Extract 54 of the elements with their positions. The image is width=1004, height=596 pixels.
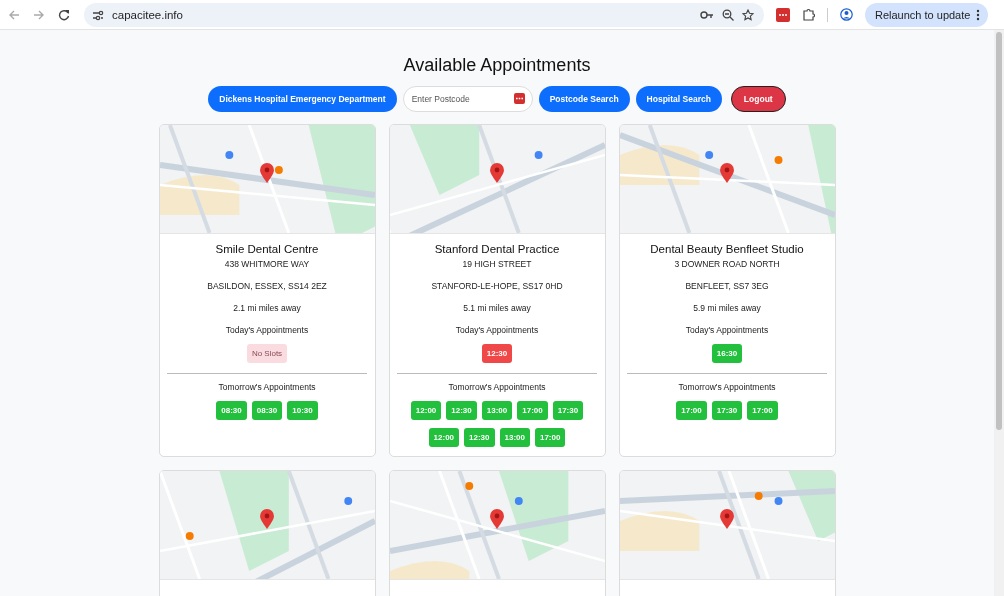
hospital-button[interactable]: Dickens Hospital Emergency Department bbox=[208, 86, 397, 112]
time-slot-button[interactable]: 12:00 bbox=[428, 428, 460, 447]
relaunch-button[interactable]: Relaunch to update bbox=[865, 2, 989, 27]
postcode-field[interactable]: Enter Postcode bbox=[402, 86, 533, 112]
site-settings-icon[interactable] bbox=[92, 8, 104, 21]
time-slot-button[interactable]: 08:30 bbox=[251, 401, 283, 420]
address-line: BASILDON, ESSEX, SS14 2EZ bbox=[207, 281, 327, 291]
clinic-name: Stanford Dental Practice bbox=[434, 243, 560, 255]
distance-text: 2.1 mi miles away bbox=[233, 303, 301, 313]
hospital-search-button[interactable]: Hospital Search bbox=[635, 86, 722, 112]
time-slot-button[interactable]: 10:30 bbox=[287, 401, 318, 420]
clinic-name: Dental Beauty Benfleet Studio bbox=[650, 243, 804, 255]
page-title: Available Appointments bbox=[403, 55, 591, 76]
time-slot-button[interactable]: 17:00 bbox=[676, 401, 707, 420]
section-label: Tomorrow's Appointments bbox=[218, 382, 316, 392]
time-slot-button[interactable]: 16:30 bbox=[711, 344, 743, 363]
time-slot-button[interactable]: 12:30 bbox=[481, 344, 513, 363]
scrollbar-thumb[interactable] bbox=[996, 32, 1002, 430]
no-slots-badge: No Slots bbox=[246, 344, 288, 363]
password-manager-icon[interactable] bbox=[513, 93, 525, 104]
address-line: 438 WHITMORE WAY bbox=[224, 259, 310, 269]
time-slot-button[interactable]: 08:30 bbox=[216, 401, 247, 420]
time-slot-button[interactable]: 17:00 bbox=[517, 401, 548, 420]
time-slot-button[interactable]: 17:00 bbox=[747, 401, 778, 420]
section-label: Today's Appointments bbox=[225, 325, 309, 335]
address-line: STANFORD-LE-HOPE, SS17 0HD bbox=[431, 281, 563, 291]
more-icon[interactable] bbox=[976, 8, 981, 21]
postcode-search-button[interactable]: Postcode Search bbox=[538, 86, 630, 112]
section-label: Tomorrow's Appointments bbox=[678, 382, 776, 392]
time-slot-button[interactable]: 12:30 bbox=[446, 401, 477, 420]
section-label: Today's Appointments bbox=[455, 325, 539, 335]
star-icon[interactable] bbox=[742, 8, 754, 21]
clinic-name: Smile Dental Centre bbox=[215, 243, 319, 255]
key-icon[interactable] bbox=[700, 9, 714, 20]
time-slot-button[interactable]: 12:00 bbox=[410, 401, 442, 420]
time-slot-button[interactable]: 12:30 bbox=[464, 428, 495, 447]
section-label: Today's Appointments bbox=[685, 325, 769, 335]
logout-button[interactable]: Logout bbox=[730, 86, 786, 112]
time-slot-button[interactable]: 13:00 bbox=[499, 428, 530, 447]
address-line: 3 DOWNER ROAD NORTH bbox=[674, 259, 780, 269]
extension-icon[interactable] bbox=[776, 7, 790, 22]
time-slot-button[interactable]: 17:30 bbox=[711, 401, 743, 420]
distance-text: 5.1 mi miles away bbox=[463, 303, 531, 313]
reload-icon[interactable] bbox=[58, 8, 70, 21]
puzzle-icon[interactable] bbox=[802, 8, 815, 21]
time-slot-button[interactable]: 13:00 bbox=[481, 401, 513, 420]
time-slot-button[interactable]: 17:30 bbox=[552, 401, 584, 420]
profile-icon[interactable] bbox=[840, 8, 853, 21]
distance-text: 5.9 mi miles away bbox=[693, 303, 761, 313]
zoom-icon[interactable] bbox=[722, 8, 734, 21]
address-line: BENFLEET, SS7 3EG bbox=[685, 281, 769, 291]
address-line: 19 HIGH STREET bbox=[462, 259, 532, 269]
section-label: Tomorrow's Appointments bbox=[448, 382, 546, 392]
time-slot-button[interactable]: 17:00 bbox=[534, 428, 566, 447]
